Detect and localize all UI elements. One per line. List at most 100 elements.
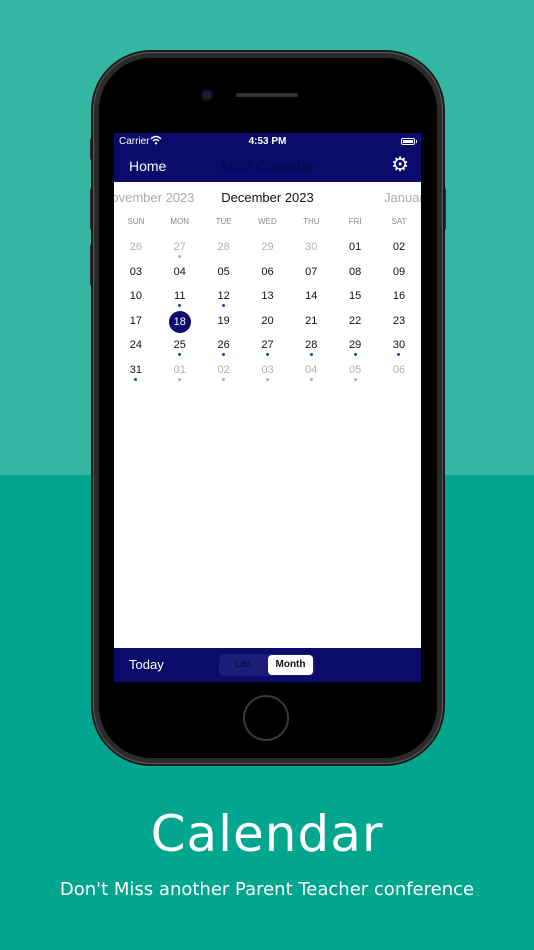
day-cell[interactable]: 21 — [289, 311, 333, 336]
month-switcher: November 2023 December 2023 January 2024 — [114, 182, 421, 212]
day-cell[interactable]: 09 — [377, 262, 421, 287]
calendar-week-row: 31 01 02 03 04 05 06 — [114, 360, 421, 385]
day-number: 10 — [129, 290, 143, 302]
weekday-label: TUE — [215, 217, 232, 226]
day-number: 02 — [217, 363, 230, 376]
weekday-label: WED — [258, 217, 277, 226]
day-number: 26 — [129, 241, 143, 253]
day-cell[interactable]: 19 — [202, 311, 246, 336]
event-dot-icon — [178, 353, 182, 356]
day-number: 21 — [305, 314, 318, 327]
day-cell[interactable]: 24 — [114, 335, 158, 360]
day-cell[interactable]: 30 — [377, 335, 421, 360]
app-screen: Carrier 4:53 PM Home MCS Calendar ⚙ Nove… — [114, 133, 421, 682]
event-dot-icon — [222, 304, 226, 307]
day-cell[interactable]: 27 — [246, 335, 290, 360]
day-cell[interactable]: 29 — [333, 335, 377, 360]
weekday-label: SAT — [391, 217, 407, 226]
calendar-week-row: 03 04 05 06 07 08 09 — [114, 262, 421, 287]
next-month-label[interactable]: January 2024 — [384, 190, 421, 205]
day-cell[interactable]: 22 — [333, 311, 377, 336]
event-dot-icon — [178, 377, 182, 381]
day-number: 15 — [349, 290, 362, 302]
day-cell[interactable]: 06 — [246, 262, 290, 287]
day-number: 29 — [261, 241, 274, 253]
day-number: 03 — [129, 265, 143, 278]
earpiece-speaker — [236, 93, 298, 97]
day-number: 26 — [217, 339, 230, 351]
day-number: 31 — [129, 363, 143, 376]
day-number: 20 — [261, 314, 274, 327]
day-cell[interactable]: 30 — [289, 237, 333, 262]
day-number: 24 — [129, 339, 143, 351]
event-dot-icon — [265, 377, 269, 381]
day-cell[interactable]: 11 — [158, 286, 202, 311]
day-number: 08 — [349, 265, 362, 278]
event-dot-icon — [178, 304, 182, 307]
calendar-week-row: 24 25 26 27 28 29 30 — [114, 335, 421, 360]
day-number: 23 — [392, 314, 406, 327]
day-cell[interactable]: 31 — [114, 360, 158, 385]
event-dot-icon — [309, 377, 313, 381]
day-number: 01 — [173, 363, 186, 376]
day-number: 30 — [305, 241, 318, 253]
day-number: 27 — [173, 241, 186, 253]
home-button[interactable] — [243, 695, 289, 741]
day-number: 29 — [349, 339, 362, 351]
day-cell[interactable]: 12 — [202, 286, 246, 311]
day-cell[interactable]: 16 — [377, 286, 421, 311]
day-number: 06 — [261, 265, 274, 278]
day-number: 25 — [173, 339, 186, 351]
front-camera — [203, 91, 211, 99]
day-cell[interactable]: 02 — [202, 360, 246, 385]
day-cell[interactable]: 20 — [246, 311, 290, 336]
day-cell[interactable]: 02 — [377, 237, 421, 262]
day-number: 05 — [349, 363, 362, 376]
day-cell[interactable]: 04 — [289, 360, 333, 385]
day-number: 03 — [261, 363, 274, 376]
view-segmented-control: List Month — [219, 654, 315, 676]
weekday-label: THU — [303, 217, 320, 226]
day-cell[interactable]: 27 — [158, 237, 202, 262]
day-cell[interactable]: 08 — [333, 262, 377, 287]
event-dot-icon — [134, 377, 138, 381]
day-number: 07 — [305, 265, 318, 278]
day-cell[interactable]: 28 — [202, 237, 246, 262]
day-cell[interactable]: 17 — [114, 311, 158, 336]
day-number: 06 — [392, 363, 406, 376]
calendar-week-row: 10 11 12 13 14 15 16 — [114, 286, 421, 311]
day-cell[interactable]: 04 — [158, 262, 202, 287]
day-cell[interactable]: 28 — [289, 335, 333, 360]
day-cell[interactable]: 26 — [114, 237, 158, 262]
day-cell[interactable]: 14 — [289, 286, 333, 311]
battery-icon — [401, 138, 417, 145]
today-button[interactable]: Today — [129, 657, 164, 672]
day-cell[interactable]: 10 — [114, 286, 158, 311]
day-cell[interactable]: 01 — [333, 237, 377, 262]
day-cell[interactable]: 13 — [246, 286, 290, 311]
day-cell[interactable]: 01 — [158, 360, 202, 385]
gear-icon[interactable]: ⚙ — [391, 154, 409, 176]
day-cell[interactable]: 03 — [246, 360, 290, 385]
day-number: 05 — [217, 265, 230, 278]
day-number: 02 — [392, 241, 406, 253]
day-number: 04 — [173, 265, 186, 278]
day-cell[interactable]: 23 — [377, 311, 421, 336]
month-view-tab[interactable]: Month — [268, 655, 313, 675]
event-dot-icon — [222, 353, 226, 356]
list-view-tab[interactable]: List — [221, 656, 265, 674]
day-cell[interactable]: 26 — [202, 335, 246, 360]
day-number: 04 — [305, 363, 318, 376]
selected-day-cell[interactable]: 18 — [158, 310, 202, 336]
day-cell[interactable]: 15 — [333, 286, 377, 311]
day-cell[interactable]: 06 — [377, 360, 421, 385]
day-cell[interactable]: 25 — [158, 335, 202, 360]
event-dot-icon — [353, 377, 357, 381]
day-number: 19 — [217, 314, 230, 327]
day-cell[interactable]: 29 — [246, 237, 290, 262]
day-cell[interactable]: 05 — [333, 360, 377, 385]
day-cell[interactable]: 05 — [202, 262, 246, 287]
day-cell[interactable]: 03 — [114, 262, 158, 287]
day-number: 09 — [392, 265, 406, 278]
day-cell[interactable]: 07 — [289, 262, 333, 287]
